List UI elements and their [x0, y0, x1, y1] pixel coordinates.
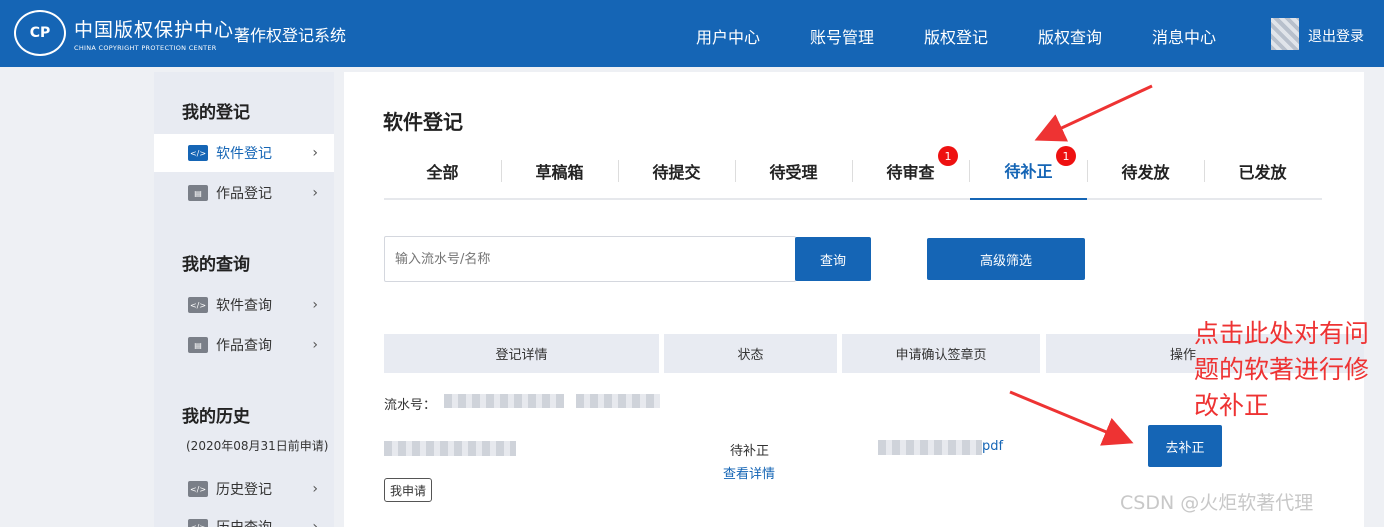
advanced-filter-button[interactable]: 高级筛选 — [927, 238, 1085, 280]
software-icon: </> — [188, 297, 208, 313]
nav-account[interactable]: 账号管理 — [810, 24, 874, 48]
tab-badge: 1 — [938, 146, 958, 166]
nav-copyright-query[interactable]: 版权查询 — [1038, 24, 1102, 48]
software-name-redacted — [384, 441, 516, 456]
sidebar-group-title: 我的历史 — [182, 407, 250, 427]
tab-to-accept[interactable]: 待受理 — [735, 142, 852, 200]
sidebar-item-work-query[interactable]: ▤ 作品查询 › — [154, 326, 334, 364]
serial-number-redacted — [576, 394, 660, 408]
sidebar-item-label: 软件查询 — [216, 298, 272, 314]
sidebar-item-label: 软件登记 — [216, 146, 272, 162]
filename-redacted — [878, 440, 982, 455]
tab-to-issue[interactable]: 待发放 — [1087, 142, 1204, 200]
sidebar-item-history-register[interactable]: </> 历史登记 › — [154, 470, 334, 508]
main-panel: 软件登记 全部 草稿箱 待提交 待受理 待审查 1 待补正 1 待发放 已发放 … — [344, 72, 1364, 527]
chevron-right-icon: › — [312, 337, 318, 353]
sidebar-item-label: 历史查询 — [216, 517, 272, 527]
sidebar-group-title: 我的查询 — [182, 255, 250, 275]
top-header: CP 中国版权保护中心 CHINA COPYRIGHT PROTECTION C… — [0, 0, 1384, 67]
table-header-status: 状态 — [664, 334, 837, 373]
sidebar-item-label: 作品登记 — [216, 186, 272, 202]
my-apply-tag: 我申请 — [384, 478, 433, 502]
history-icon: </> — [188, 519, 208, 527]
system-title: 著作权登记系统 — [234, 26, 347, 45]
annotation-text: 点击此处对有问题的软著进行修改补正 — [1194, 319, 1370, 420]
tab-all[interactable]: 全部 — [384, 142, 501, 200]
status-tabs: 全部 草稿箱 待提交 待受理 待审查 1 待补正 1 待发放 已发放 — [384, 142, 1322, 200]
chevron-right-icon: › — [312, 185, 318, 201]
work-icon: ▤ — [188, 185, 208, 201]
sidebar-item-history-query[interactable]: </> 历史查询 › — [154, 508, 334, 527]
chevron-right-icon: › — [312, 297, 318, 313]
tab-label: 待补正 — [1004, 162, 1053, 181]
go-correct-button[interactable]: 去补正 — [1148, 425, 1222, 467]
sidebar: 我的登记 </> 软件登记 › ▤ 作品登记 › 我的查询 </> 软件查询 ›… — [154, 72, 334, 527]
table-header-detail: 登记详情 — [384, 334, 659, 373]
nav-copyright-register[interactable]: 版权登记 — [924, 24, 988, 48]
chevron-right-icon: › — [312, 481, 318, 497]
nav-message-center[interactable]: 消息中心 — [1152, 24, 1216, 48]
logo-en-text: CHINA COPYRIGHT PROTECTION CENTER — [74, 43, 217, 52]
logout-link[interactable]: 退出登录 — [1308, 26, 1364, 46]
logo-cn-text: 中国版权保护中心 — [74, 18, 235, 41]
sidebar-group-title: 我的登记 — [182, 103, 250, 123]
sidebar-item-software-query[interactable]: </> 软件查询 › — [154, 286, 334, 324]
sidebar-item-label: 作品查询 — [216, 338, 272, 354]
tab-issued[interactable]: 已发放 — [1204, 142, 1321, 200]
tab-drafts[interactable]: 草稿箱 — [501, 142, 618, 200]
table-header-sign-page: 申请确认签章页 — [842, 334, 1040, 373]
software-icon: </> — [188, 145, 208, 161]
page-title: 软件登记 — [383, 110, 463, 134]
sign-page-file-link[interactable]: pdf — [982, 439, 1003, 454]
sidebar-item-software-register[interactable]: </> 软件登记 › — [154, 134, 334, 172]
work-icon: ▤ — [188, 337, 208, 353]
avatar[interactable] — [1271, 18, 1299, 50]
copyright-logo-icon: CP — [14, 10, 66, 56]
tab-label: 待审查 — [886, 163, 935, 182]
serial-number-redacted — [444, 394, 564, 408]
view-detail-link[interactable]: 查看详情 — [723, 463, 775, 482]
nav-user-center[interactable]: 用户中心 — [696, 24, 760, 48]
tab-to-submit[interactable]: 待提交 — [618, 142, 735, 200]
watermark-text: CSDN @火炬软著代理 — [1120, 492, 1314, 514]
search-button[interactable]: 查询 — [795, 237, 871, 281]
chevron-right-icon: › — [312, 519, 318, 527]
serial-label: 流水号： — [384, 398, 437, 413]
status-text: 待补正 — [730, 444, 770, 459]
chevron-right-icon: › — [312, 145, 318, 161]
history-icon: </> — [188, 481, 208, 497]
search-input[interactable] — [384, 236, 796, 282]
sidebar-item-label: 历史登记 — [216, 482, 272, 498]
history-note: (2020年08月31日前申请) — [186, 439, 329, 453]
logo[interactable]: CP 中国版权保护中心 CHINA COPYRIGHT PROTECTION C… — [14, 10, 234, 56]
tab-badge: 1 — [1056, 146, 1076, 166]
sidebar-item-work-register[interactable]: ▤ 作品登记 › — [154, 174, 334, 212]
